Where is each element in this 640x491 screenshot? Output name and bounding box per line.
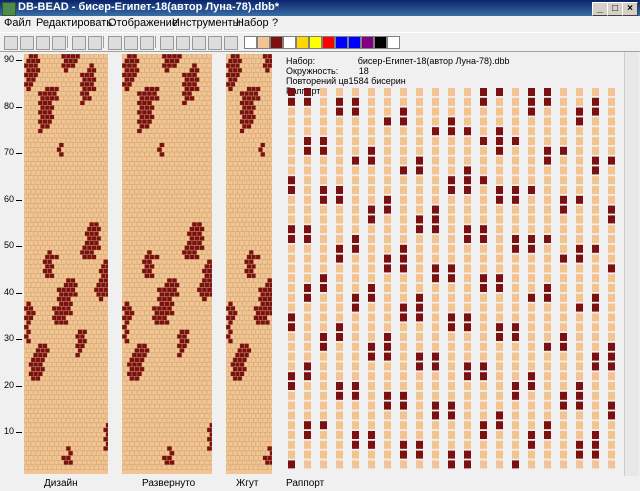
ruler-tick-label: 20: [4, 379, 15, 390]
ruler-tick-label: 50: [4, 240, 15, 250]
color-swatch-9[interactable]: [348, 36, 361, 49]
rapport-grid: [288, 88, 631, 469]
unrolled-label: Развернуто: [142, 478, 196, 489]
save-icon[interactable]: [36, 36, 50, 50]
ruler-tick: [16, 339, 22, 340]
ruler-tick: [16, 60, 22, 61]
select-icon[interactable]: [176, 36, 190, 50]
ruler-tick: [16, 153, 22, 154]
ruler-tick-label: 90: [4, 54, 15, 64]
print-icon[interactable]: [52, 36, 66, 50]
ruler-tick-label: 40: [4, 286, 15, 297]
maximize-button[interactable]: □: [607, 2, 623, 16]
menu-bar: Файл Редактировать Отображение Инструмен…: [0, 16, 640, 32]
color-swatch-12[interactable]: [387, 36, 400, 49]
design-label: Дизайн: [44, 478, 78, 489]
open-icon[interactable]: [20, 36, 34, 50]
menu-tools[interactable]: Инструменты: [172, 17, 241, 29]
clear-icon[interactable]: [224, 36, 238, 50]
set-label: Набор:: [286, 56, 316, 66]
color-swatch-11[interactable]: [374, 36, 387, 49]
unrolled-panel[interactable]: [122, 54, 212, 474]
redo-icon[interactable]: [88, 36, 102, 50]
rapport-bottom-label: Раппорт: [286, 478, 325, 489]
toolbar-separator: [103, 36, 104, 48]
menu-edit[interactable]: Редактировать: [36, 17, 112, 29]
color-swatch-5[interactable]: [296, 36, 309, 49]
app-icon: [2, 2, 16, 16]
color-swatch-4[interactable]: [283, 36, 296, 49]
rope-panel[interactable]: [226, 54, 272, 474]
design-grid[interactable]: [24, 54, 108, 474]
color-swatch-6[interactable]: [309, 36, 322, 49]
vertical-scrollbar[interactable]: [624, 52, 639, 476]
toolbar-separator: [155, 36, 156, 48]
color-swatch-3[interactable]: [270, 36, 283, 49]
pencil-icon[interactable]: [160, 36, 174, 50]
color-swatch-8[interactable]: [335, 36, 348, 49]
menu-file[interactable]: Файл: [4, 17, 31, 29]
unrolled-grid[interactable]: [122, 54, 212, 474]
circumference-value: 18: [358, 66, 369, 76]
color-swatch-7[interactable]: [322, 36, 335, 49]
ruler-tick-label: 30: [4, 333, 15, 343]
ruler-tick: [16, 199, 22, 201]
undo-icon[interactable]: [72, 36, 86, 50]
ruler-tick-label: 80: [4, 100, 15, 111]
minimize-button[interactable]: _: [592, 2, 608, 16]
new-icon[interactable]: [4, 36, 18, 50]
ruler-tick: [16, 385, 22, 387]
arrow-left-icon[interactable]: [108, 36, 122, 50]
ruler-tick: [16, 292, 22, 294]
ruler-tick: [16, 246, 22, 247]
ruler-tick: [16, 106, 22, 108]
arrow-right-icon[interactable]: [124, 36, 138, 50]
toolbar: [0, 32, 640, 52]
menu-help[interactable]: ?: [272, 17, 278, 29]
color-swatch-1[interactable]: [244, 36, 257, 49]
color-swatch-10[interactable]: [361, 36, 374, 49]
copy-icon[interactable]: [140, 36, 154, 50]
fill-icon[interactable]: [192, 36, 206, 50]
repeat-text: Повторений цв1584 бисерин: [286, 76, 406, 86]
menu-view[interactable]: Отображение: [108, 17, 178, 29]
rope-grid[interactable]: [226, 54, 272, 474]
row-ruler: 90 80 70 60 50 40 30 20 10: [0, 52, 22, 476]
ruler-tick-label: 60: [4, 193, 15, 204]
color-swatch-2[interactable]: [257, 36, 270, 49]
close-button[interactable]: ×: [622, 2, 638, 16]
set-value: бисер-Египет-18(автор Луна-78).dbb: [357, 56, 510, 66]
rapport-list: [286, 88, 638, 474]
ruler-tick-label: 10: [4, 426, 15, 436]
rope-label: Жгут: [236, 478, 259, 489]
toolbar-separator: [67, 36, 68, 48]
menu-set[interactable]: Набор: [236, 17, 269, 29]
circumference-label: Окружность:: [286, 66, 339, 76]
window-title: DB-BEAD - бисер-Египет-18(автор Луна-78)…: [18, 1, 280, 13]
eyedropper-icon[interactable]: [208, 36, 222, 50]
design-panel[interactable]: [24, 54, 108, 474]
ruler-tick-label: 70: [4, 147, 15, 157]
title-bar: DB-BEAD - бисер-Египет-18(автор Луна-78)…: [0, 0, 640, 16]
ruler-tick: [16, 432, 22, 433]
